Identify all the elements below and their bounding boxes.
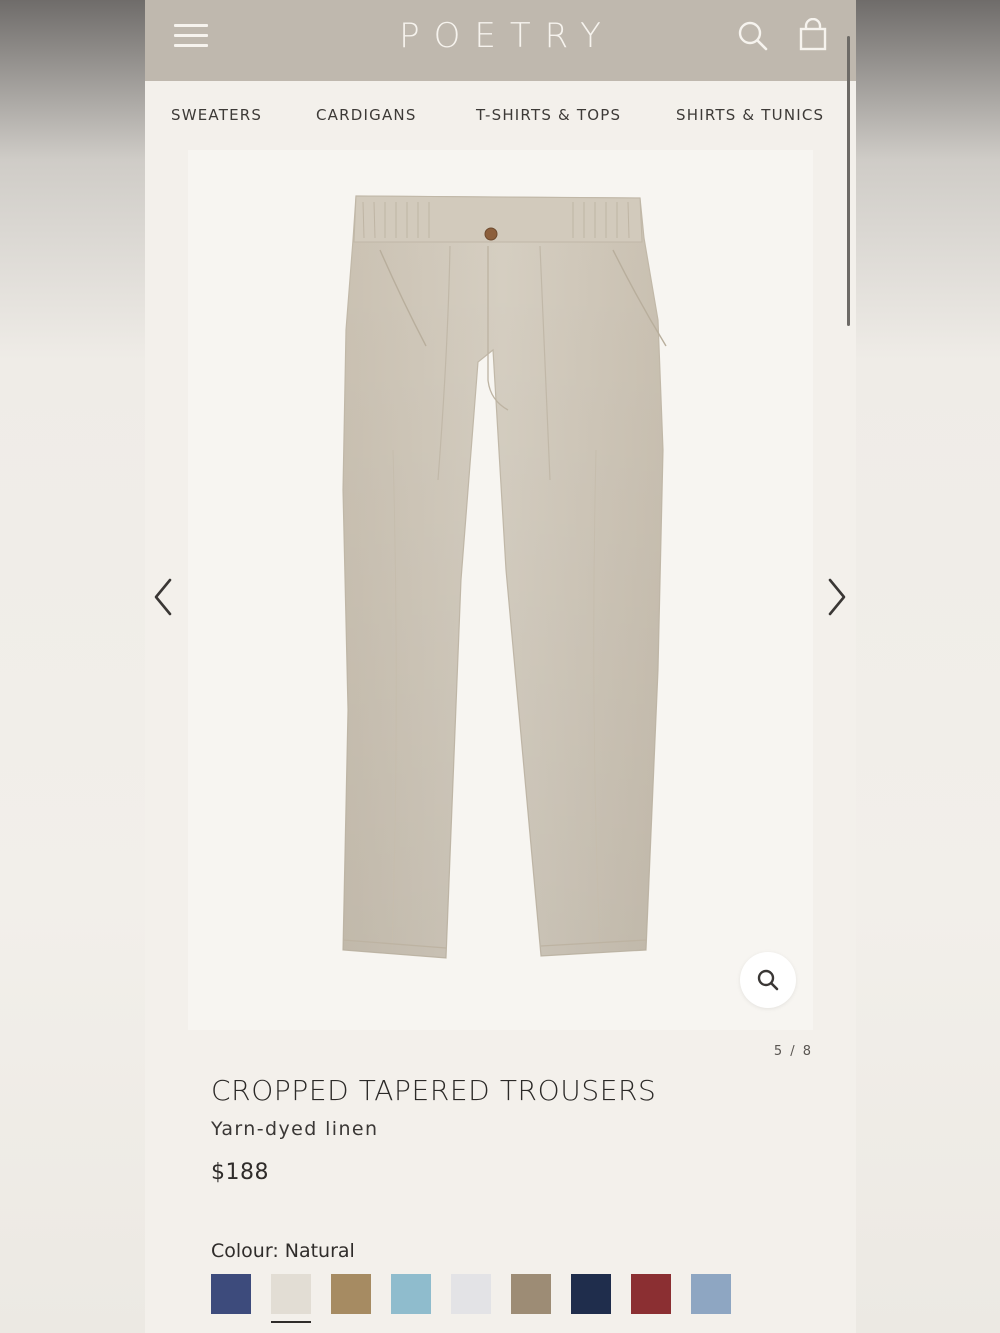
- colour-swatch[interactable]: [691, 1274, 731, 1314]
- colour-swatch[interactable]: [631, 1274, 671, 1314]
- zoom-image-button[interactable]: [740, 952, 796, 1008]
- selected-swatch-indicator: [271, 1321, 311, 1323]
- image-counter: 5 / 8: [773, 1044, 813, 1059]
- trousers-product-image: [342, 195, 667, 959]
- brand-logo[interactable]: POETRY: [350, 14, 650, 58]
- colour-swatch[interactable]: [511, 1274, 551, 1314]
- magnifier-icon: [757, 969, 779, 991]
- product-title: CROPPED TAPERED TROUSERS: [211, 1074, 657, 1107]
- chevron-left-icon: [154, 578, 172, 616]
- product-price: $188: [211, 1160, 269, 1185]
- colour-swatch[interactable]: [331, 1274, 371, 1314]
- category-sweaters[interactable]: SWEATERS: [171, 106, 262, 124]
- next-image-button[interactable]: [820, 574, 850, 620]
- colour-swatch[interactable]: [271, 1274, 311, 1314]
- product-image-gallery[interactable]: [154, 150, 846, 1030]
- hamburger-menu-icon[interactable]: [174, 22, 208, 48]
- category-tshirts-tops[interactable]: T-SHIRTS & TOPS: [476, 106, 621, 124]
- product-material: Yarn-dyed linen: [211, 1118, 379, 1140]
- search-icon[interactable]: [735, 18, 771, 54]
- site-header: POETRY: [145, 0, 856, 81]
- colour-swatch[interactable]: [211, 1274, 251, 1314]
- category-shirts-tunics[interactable]: SHIRTS & TUNICS: [676, 106, 824, 124]
- colour-swatches: [211, 1274, 811, 1330]
- colour-swatch[interactable]: [391, 1274, 431, 1314]
- colour-label: Colour: Natural: [211, 1240, 355, 1262]
- colour-swatch[interactable]: [451, 1274, 491, 1314]
- category-cardigans[interactable]: CARDIGANS: [316, 106, 417, 124]
- mobile-page: POETRY SWEATERS CARDIGANS T-SHIRTS & TOP…: [145, 0, 856, 1333]
- chevron-right-icon: [828, 578, 846, 616]
- page-scrollbar[interactable]: [847, 36, 850, 326]
- prev-image-button[interactable]: [150, 574, 180, 620]
- shopping-bag-icon[interactable]: [795, 17, 831, 54]
- category-nav: SWEATERS CARDIGANS T-SHIRTS & TOPS SHIRT…: [145, 100, 856, 134]
- colour-swatch[interactable]: [571, 1274, 611, 1314]
